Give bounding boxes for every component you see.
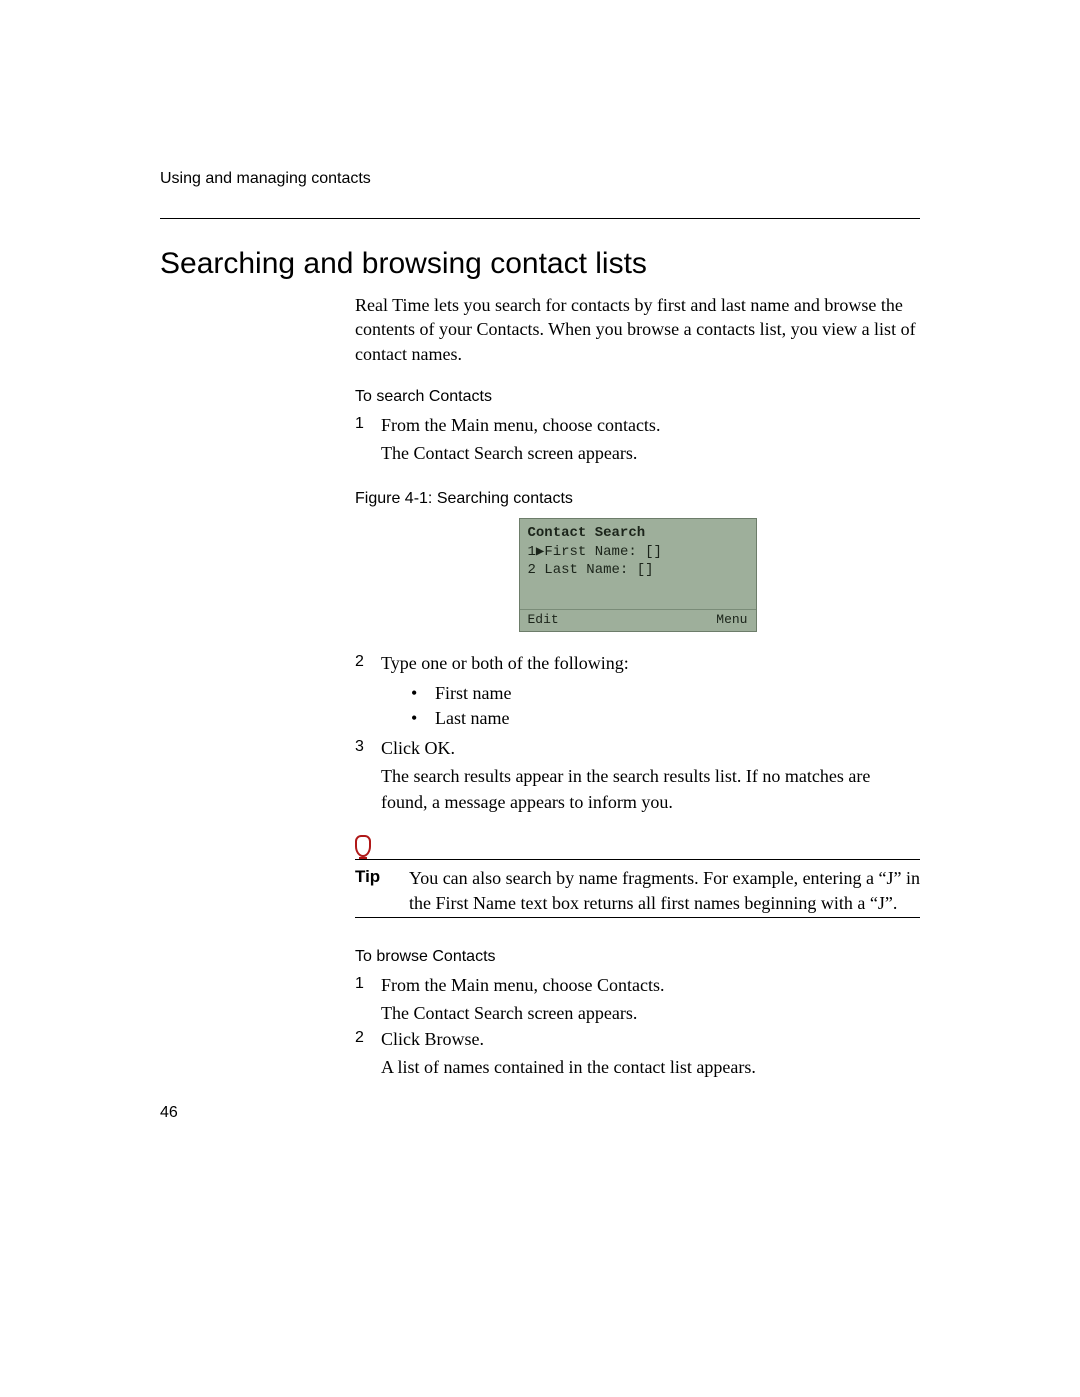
device-softkey-left: Edit [528, 612, 559, 627]
device-screen-title: Contact Search [528, 525, 748, 541]
step-text: From the Main menu, choose contacts. The… [381, 412, 920, 466]
step-continuation: A list of names contained in the contact… [381, 1054, 920, 1080]
list-item: 1 From the Main menu, choose contacts. T… [355, 412, 920, 466]
step-continuation: The Contact Search screen appears. [381, 440, 920, 466]
list-item: 3 Click OK. The search results appear in… [355, 735, 920, 815]
step-line: From the Main menu, choose Contacts. [381, 975, 664, 995]
device-softkey-bar: Edit Menu [520, 610, 756, 631]
section-title: Searching and browsing contact lists [160, 247, 920, 281]
device-screen-body: Contact Search 1▶First Name: [] 2 Last N… [520, 519, 756, 610]
browse-steps: 1 From the Main menu, choose Contacts. T… [355, 972, 920, 1080]
figure-image: Contact Search 1▶First Name: [] 2 Last N… [355, 518, 920, 632]
running-header: Using and managing contacts [160, 170, 920, 188]
device-screen-row: 1▶First Name: [] [528, 543, 748, 561]
figure-caption: Figure 4-1: Searching contacts [355, 490, 920, 508]
tip-block: Tip You can also search by name fragment… [355, 835, 920, 918]
search-steps-bottom: 2 Type one or both of the following: Fir… [355, 650, 920, 815]
page: Using and managing contacts Searching an… [0, 0, 1080, 1397]
device-softkey-right: Menu [716, 612, 747, 627]
step-line: Click OK. [381, 738, 455, 758]
tip-rule-top [355, 859, 920, 860]
step-number: 3 [355, 735, 381, 815]
body-content: Real Time lets you search for contacts b… [355, 293, 920, 1080]
step-line: From the Main menu, choose contacts. [381, 415, 660, 435]
step-line: Click Browse. [381, 1029, 484, 1049]
intro-paragraph: Real Time lets you search for contacts b… [355, 293, 920, 366]
step-continuation: The search results appear in the search … [381, 763, 920, 815]
device-screen-row: 2 Last Name: [] [528, 561, 748, 579]
tip-rule-bottom [355, 917, 920, 918]
step-number: 2 [355, 650, 381, 734]
step-number: 1 [355, 412, 381, 466]
step-number: 2 [355, 1026, 381, 1080]
header-rule [160, 218, 920, 219]
step-continuation: The Contact Search screen appears. [381, 1000, 920, 1026]
step-number: 1 [355, 972, 381, 1026]
step-text: From the Main menu, choose Contacts. The… [381, 972, 920, 1026]
step-text: Type one or both of the following: First… [381, 650, 920, 734]
tip-icon-row [355, 835, 920, 857]
tip-row: Tip You can also search by name fragment… [355, 866, 920, 915]
bullet-list: First name Last name [411, 681, 920, 731]
lightbulb-icon [355, 835, 371, 857]
list-item: 2 Click Browse. A list of names containe… [355, 1026, 920, 1080]
tip-text: You can also search by name fragments. F… [409, 866, 920, 915]
bullet-item: Last name [411, 706, 920, 731]
subhead-search: To search Contacts [355, 388, 920, 406]
bullet-item: First name [411, 681, 920, 706]
page-number: 46 [160, 1104, 178, 1122]
list-item: 2 Type one or both of the following: Fir… [355, 650, 920, 734]
search-steps-top: 1 From the Main menu, choose contacts. T… [355, 412, 920, 466]
list-item: 1 From the Main menu, choose Contacts. T… [355, 972, 920, 1026]
subhead-browse: To browse Contacts [355, 948, 920, 966]
step-line: Type one or both of the following: [381, 653, 629, 673]
step-text: Click OK. The search results appear in t… [381, 735, 920, 815]
tip-label: Tip [355, 866, 409, 915]
device-screen: Contact Search 1▶First Name: [] 2 Last N… [519, 518, 757, 632]
step-text: Click Browse. A list of names contained … [381, 1026, 920, 1080]
